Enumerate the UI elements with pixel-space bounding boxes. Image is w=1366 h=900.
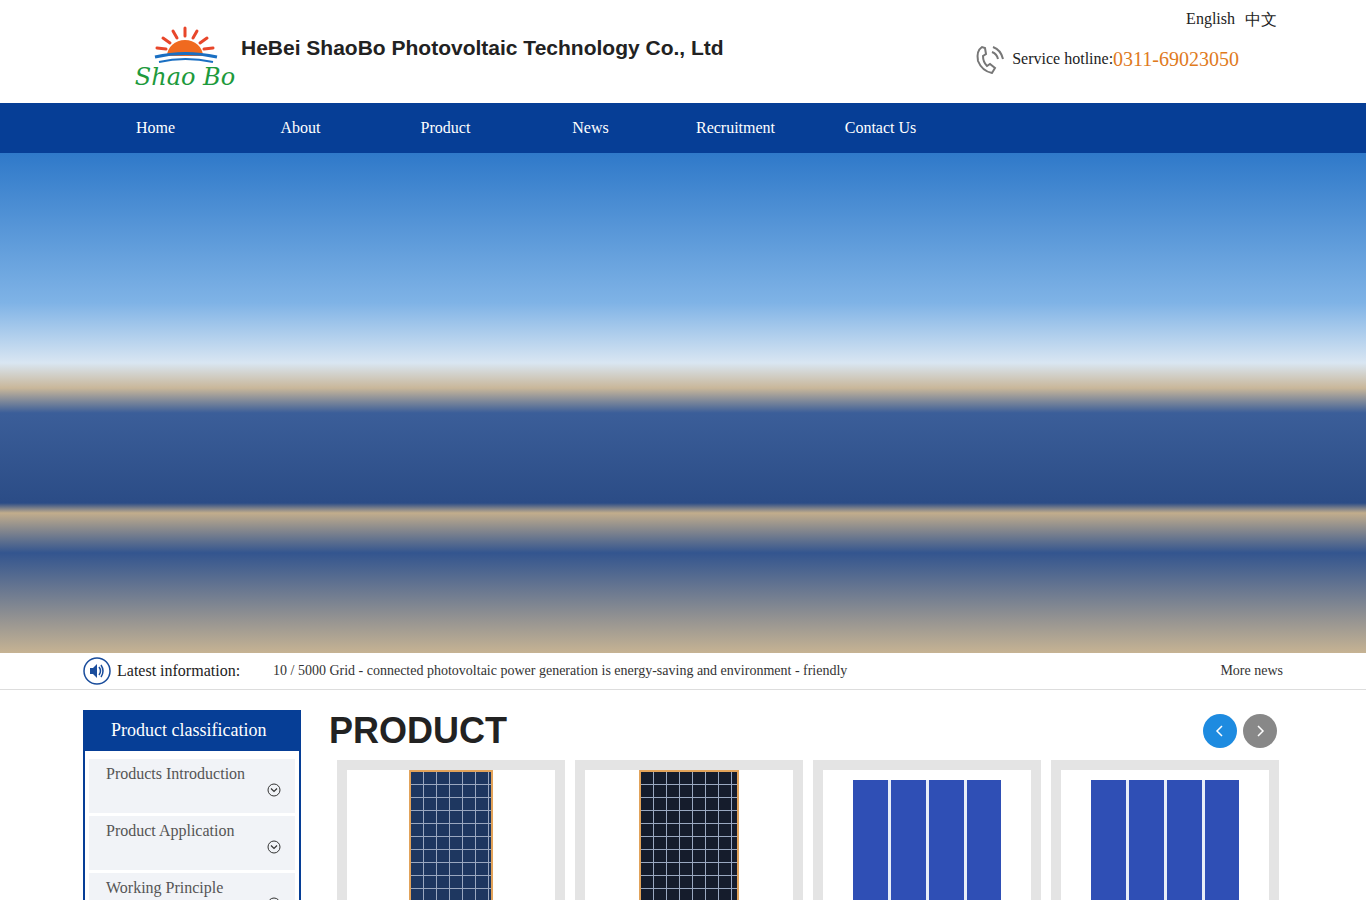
- header: Shao BoHeBei ShaoBo Photovoltaic Technol…: [0, 0, 1366, 103]
- chevron-right-icon: [1253, 724, 1267, 738]
- nav-item[interactable]: Home: [83, 119, 228, 137]
- product-card[interactable]: [337, 760, 565, 900]
- language-link[interactable]: 中文: [1245, 10, 1277, 31]
- product-image: [409, 770, 493, 900]
- product-card[interactable]: [575, 760, 803, 900]
- logo: Shao Bo: [135, 24, 235, 90]
- hotline: Service hotline:0311-69023050: [974, 43, 1239, 75]
- product-card[interactable]: [813, 760, 1041, 900]
- nav-item[interactable]: News: [518, 119, 663, 137]
- page: Shao BoHeBei ShaoBo Photovoltaic Technol…: [0, 0, 1366, 900]
- sidebar-title: Product classification: [85, 710, 299, 753]
- sidebar-item[interactable]: Working Principle: [89, 873, 295, 900]
- nav-item[interactable]: Product: [373, 119, 518, 137]
- speaker-icon: [83, 657, 111, 685]
- carousel-arrow[interactable]: [1243, 714, 1277, 748]
- chevron-icon: [267, 897, 281, 900]
- product-image: [1091, 780, 1239, 900]
- nav-item[interactable]: Contact Us: [808, 119, 953, 137]
- brand[interactable]: Shao BoHeBei ShaoBo Photovoltaic Technol…: [135, 0, 724, 103]
- news-headline[interactable]: 10 / 5000 Grid - connected photovoltaic …: [273, 663, 1220, 679]
- phone-icon: [974, 43, 1004, 75]
- hotline-number: 0311-69023050: [1113, 48, 1239, 71]
- product-image: [639, 770, 739, 900]
- carousel-arrow[interactable]: [1203, 714, 1237, 748]
- language-link[interactable]: English: [1186, 10, 1235, 31]
- content: Product classification Products Introduct…: [83, 710, 1283, 900]
- sidebar-item[interactable]: Product Application: [89, 816, 295, 870]
- logo-text: Shao Bo: [135, 64, 235, 90]
- chevron-left-icon: [1213, 724, 1227, 738]
- sidebar-item[interactable]: Products Introduction: [89, 759, 295, 813]
- language-switch: English 中文: [1186, 10, 1277, 31]
- nav-bar: HomeAboutProductNewsRecruitmentContact U…: [0, 103, 1366, 153]
- product-image: [853, 780, 1001, 900]
- more-news-link[interactable]: More news: [1220, 663, 1283, 679]
- sun-icon: [145, 24, 225, 64]
- product-section: PRODUCT: [329, 710, 1283, 900]
- nav-item[interactable]: Recruitment: [663, 119, 808, 137]
- news-bar: Latest information:10 / 5000 Grid - conn…: [0, 653, 1366, 690]
- product-card[interactable]: [1051, 760, 1279, 900]
- banner-image: [0, 153, 1366, 653]
- nav-item[interactable]: About: [228, 119, 373, 137]
- chevron-icon: [267, 783, 281, 797]
- company-name: HeBei ShaoBo Photovoltaic Technology Co.…: [241, 36, 724, 60]
- chevron-icon: [267, 840, 281, 854]
- news-label: Latest information:: [117, 662, 273, 680]
- sidebar: Product classification Products Introduct…: [83, 710, 301, 900]
- product-title: PRODUCT: [329, 710, 507, 752]
